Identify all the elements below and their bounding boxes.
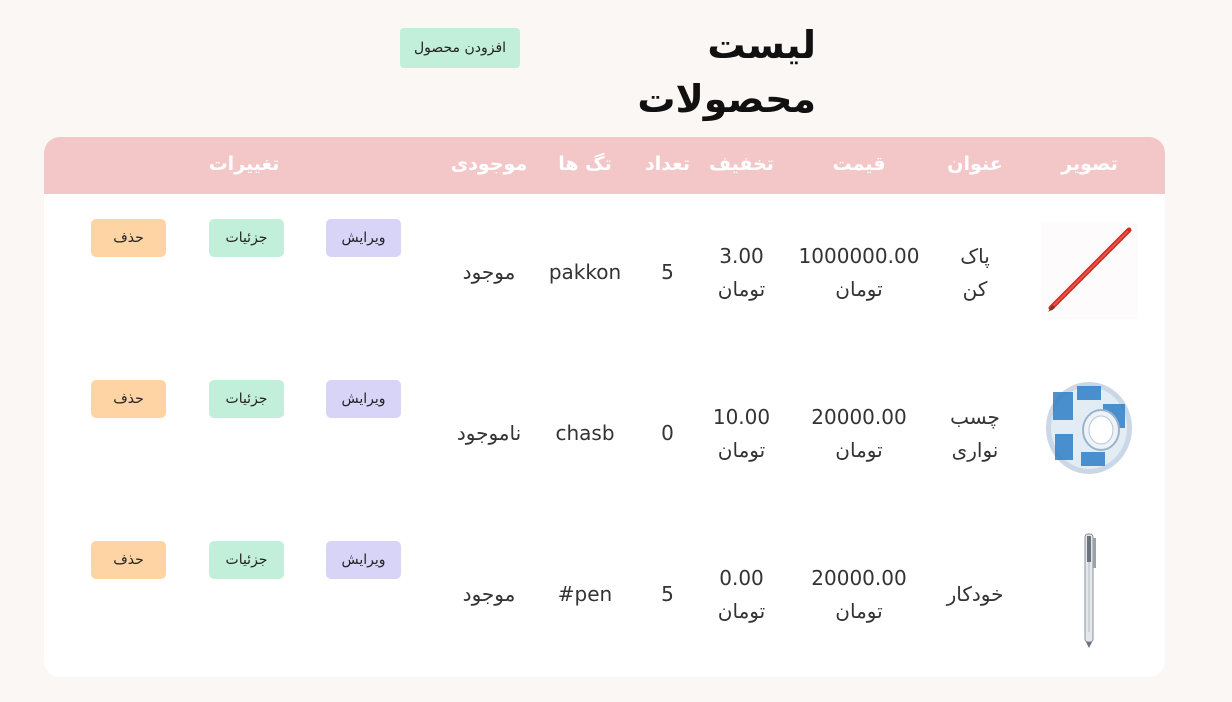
product-price: 20000.00 تومان [811,566,907,623]
product-stock: موجود [462,260,516,284]
product-count: 0 [661,421,674,445]
delete-button[interactable]: حذف [91,380,166,418]
product-tags: pakkon [548,260,622,284]
product-title: خودکار [946,582,1004,606]
details-button[interactable]: جزئیات [209,541,284,579]
column-header-price: قیمت [832,153,886,175]
product-title: چسب نواری [950,405,1000,462]
column-header-title: عنوان [947,153,1003,175]
table-row: چسب نواری 20000.00 تومان 10.00 تومان 0 c… [44,355,1165,516]
column-header-stock: موجودی [450,153,528,175]
delete-button[interactable]: حذف [91,541,166,579]
product-title: پاک کن [960,244,990,301]
add-product-button[interactable]: افزودن محصول [400,28,520,68]
product-discount: 10.00 تومان [712,405,771,462]
column-header-actions: تغییرات [208,153,280,175]
product-count: 5 [661,582,674,606]
edit-button[interactable]: ویرایش [326,541,401,579]
product-price: 20000.00 تومان [811,405,907,462]
details-button[interactable]: جزئیات [209,380,284,418]
column-header-image: تصویر [1061,153,1118,175]
product-image-red-pencil [1041,222,1138,319]
product-price: 1000000.00 تومان [798,244,920,301]
column-header-discount: تخفیف [709,153,774,175]
product-count: 5 [661,260,674,284]
table-row: خودکار 20000.00 تومان 0.00 تومان 5 #pen … [44,516,1165,677]
column-header-count: تعداد [644,153,691,175]
table-row: پاک کن 1000000.00 تومان 3.00 تومان 5 pak… [44,194,1165,355]
product-tags: #pen [557,582,613,606]
products-table: تصویر عنوان قیمت تخفیف تعداد تگ ها موجود… [44,137,1165,677]
column-header-tags: تگ ها [558,153,612,175]
product-discount: 0.00 تومان [717,566,766,623]
product-stock: ناموجود [456,421,522,445]
product-discount: 3.00 تومان [717,244,766,301]
product-stock: موجود [462,582,516,606]
details-button[interactable]: جزئیات [209,219,284,257]
product-image-packing-tape [1041,378,1138,475]
page-title: لیست محصولات [637,23,817,121]
product-image-ballpoint-pen [1041,532,1138,648]
delete-button[interactable]: حذف [91,219,166,257]
edit-button[interactable]: ویرایش [326,219,401,257]
product-tags: chasb [555,421,615,445]
table-header: تصویر عنوان قیمت تخفیف تعداد تگ ها موجود… [44,137,1165,194]
edit-button[interactable]: ویرایش [326,380,401,418]
